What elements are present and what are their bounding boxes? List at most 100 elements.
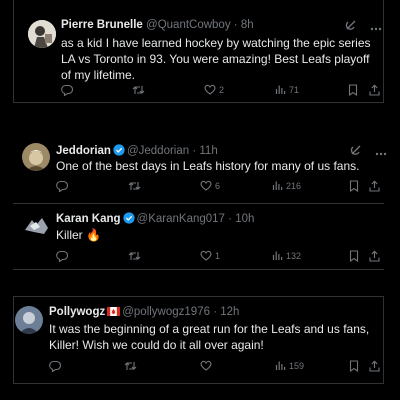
action-bar: 2 71: [61, 84, 381, 100]
retweet-icon: [132, 86, 145, 94]
views-button[interactable]: 216: [272, 180, 301, 191]
panel-border: [13, 0, 14, 103]
retweet-button[interactable]: [128, 180, 141, 192]
tweet-header: Karan Kang @KaranKang017 · 10h: [56, 212, 255, 227]
share-icon: [369, 180, 380, 192]
like-button[interactable]: [200, 360, 215, 371]
verified-badge-icon: [113, 144, 125, 159]
author-handle[interactable]: @Jeddorian: [127, 145, 189, 157]
tweet-text: as a kid I have learned hockey by watchi…: [61, 36, 371, 82]
bookmark-button[interactable]: [348, 84, 358, 96]
avatar[interactable]: [15, 306, 43, 334]
retweet-button[interactable]: [124, 360, 137, 372]
retweet-button[interactable]: [132, 84, 145, 96]
author-handle[interactable]: @QuantCowboy: [146, 19, 231, 31]
reply-icon: [56, 250, 68, 262]
share-button[interactable]: [369, 180, 380, 192]
action-bar: 6 216: [56, 180, 381, 196]
tweet-top-icons: [345, 19, 382, 34]
tweet-header: Pierre Brunelle @QuantCowboy · 8h: [61, 19, 254, 31]
tweet-2[interactable]: Jeddorian @Jeddorian · 11h One of the bes…: [0, 134, 400, 204]
views-button[interactable]: 71: [275, 84, 299, 95]
view-count: 132: [286, 250, 302, 261]
avatar[interactable]: [22, 212, 50, 240]
bookmark-button[interactable]: [349, 360, 359, 372]
bookmark-icon: [348, 84, 358, 96]
divider: [13, 383, 384, 384]
tweet-text: It was the beginning of a great run for …: [49, 322, 370, 352]
timestamp[interactable]: 8h: [241, 19, 254, 31]
like-button[interactable]: 2: [204, 84, 224, 95]
share-button[interactable]: [369, 250, 380, 262]
reply-icon: [56, 180, 68, 192]
canada-flag-icon: [107, 307, 121, 316]
share-button[interactable]: [369, 360, 380, 372]
retweet-icon: [124, 362, 137, 370]
tweet-header: Jeddorian @Jeddorian · 11h: [56, 144, 218, 159]
timestamp[interactable]: 10h: [235, 213, 254, 225]
tweet-1[interactable]: Pierre Brunelle @QuantCowboy · 8h as a k…: [0, 0, 400, 103]
author-name[interactable]: Jeddorian: [56, 145, 111, 157]
like-count: 6: [215, 180, 221, 191]
verified-badge-icon: [122, 212, 135, 227]
views-button[interactable]: 132: [272, 250, 301, 261]
like-button[interactable]: 6: [200, 180, 220, 191]
bookmark-icon: [349, 360, 359, 372]
share-icon: [369, 84, 380, 96]
author-name[interactable]: Karan Kang: [56, 213, 121, 225]
retweet-icon: [128, 182, 141, 190]
views-button[interactable]: 159: [275, 360, 304, 371]
bookmark-button[interactable]: [349, 180, 359, 192]
bookmark-icon: [349, 180, 359, 192]
author-name[interactable]: Pierre Brunelle: [61, 19, 143, 31]
share-button[interactable]: [369, 84, 380, 96]
panel-border: [13, 296, 14, 384]
tweet-text: Killer 🔥: [56, 228, 101, 242]
views-icon: [272, 181, 283, 190]
tweet-4[interactable]: Pollywogz @pollywogz1976 · 12h It was the…: [0, 296, 400, 386]
like-icon: [200, 180, 212, 191]
grok-icon[interactable]: [345, 19, 357, 34]
tweet-text: One of the best days in Leafs history fo…: [56, 159, 360, 173]
like-count: 1: [215, 250, 221, 261]
avatar[interactable]: [28, 20, 56, 48]
divider: [13, 296, 384, 297]
panel-border: [13, 102, 384, 103]
panel-border: [383, 0, 384, 103]
reply-icon: [49, 360, 61, 372]
reply-button[interactable]: [61, 84, 73, 96]
timestamp[interactable]: 11h: [199, 145, 217, 157]
views-icon: [275, 361, 286, 370]
like-count: 2: [219, 84, 225, 95]
views-icon: [275, 85, 286, 94]
action-bar: 1 132: [56, 250, 381, 266]
panel-border: [383, 296, 384, 384]
reply-icon: [61, 84, 73, 96]
like-icon: [204, 84, 216, 95]
view-count: 159: [289, 360, 305, 371]
share-icon: [369, 360, 380, 372]
author-name[interactable]: Pollywogz: [49, 306, 105, 318]
like-icon: [200, 360, 212, 371]
more-icon[interactable]: [375, 145, 387, 159]
tweet-3[interactable]: Karan Kang @KaranKang017 · 10h Killer 🔥 1…: [0, 204, 400, 269]
tweet-header: Pollywogz @pollywogz1976 · 12h: [49, 306, 240, 318]
reply-button[interactable]: [56, 250, 68, 262]
author-handle[interactable]: @pollywogz1976: [122, 306, 210, 318]
avatar[interactable]: [22, 143, 50, 171]
divider: [13, 269, 384, 270]
timestamp[interactable]: 12h: [220, 306, 239, 318]
bookmark-icon: [349, 250, 359, 262]
like-button[interactable]: 1: [200, 250, 220, 261]
view-count: 216: [286, 180, 302, 191]
retweet-button[interactable]: [128, 250, 141, 262]
retweet-icon: [128, 252, 141, 260]
reply-button[interactable]: [49, 360, 61, 372]
author-handle[interactable]: @KaranKang017: [137, 213, 225, 225]
bookmark-button[interactable]: [349, 250, 359, 262]
like-icon: [200, 250, 212, 261]
action-bar: 159: [49, 360, 380, 376]
view-count: 71: [289, 84, 300, 95]
more-icon[interactable]: [370, 20, 382, 34]
reply-button[interactable]: [56, 180, 68, 192]
